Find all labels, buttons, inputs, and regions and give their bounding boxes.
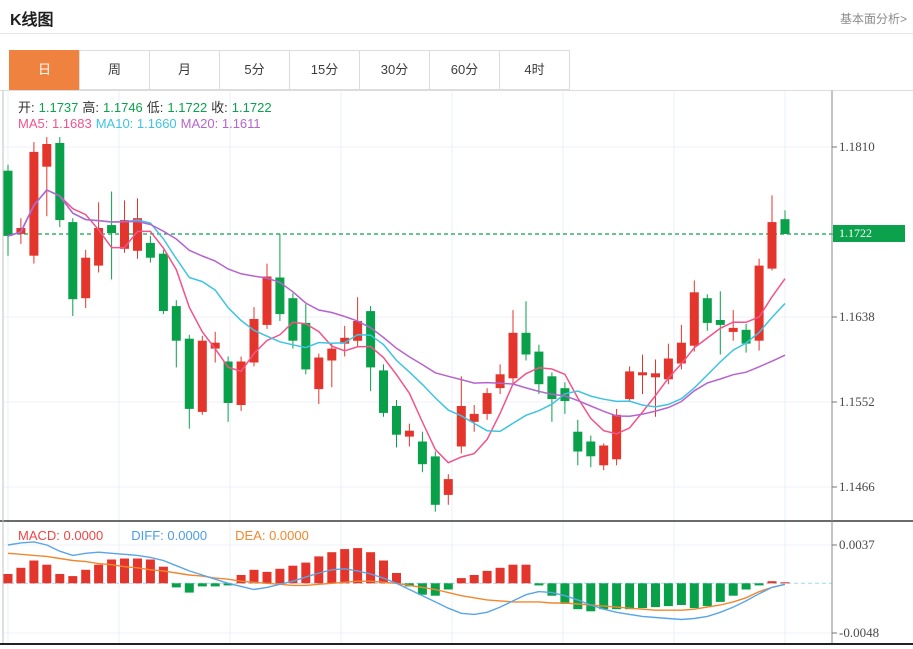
ma-legend-item: MA20: 1.1611 (181, 116, 261, 131)
ohlc-value: 1.1722 (232, 100, 272, 115)
ohlc-label: 高: (82, 100, 99, 115)
tab-30分[interactable]: 30分 (359, 50, 430, 90)
tab-日[interactable]: 日 (9, 50, 80, 90)
ohlc-legend: 开:1.1737高:1.1746低:1.1722收:1.1722 (18, 97, 276, 116)
price-axis-label: 1.1552 (839, 393, 875, 411)
macd-axis-label: -0.0048 (839, 624, 879, 642)
tab-4时[interactable]: 4时 (499, 50, 570, 90)
price-axis-label: 1.1466 (839, 478, 875, 496)
ohlc-label: 收: (211, 100, 228, 115)
kline-page: K线图 基本面分析> 日周月5分15分30分60分4时 开: 1.1737高: 1.… (0, 0, 913, 649)
macd-axis-label: 0.0037 (839, 536, 875, 554)
tab-周[interactable]: 周 (79, 50, 150, 90)
price-axis-label: 1.1810 (839, 138, 875, 156)
title-divider (0, 33, 913, 34)
ohlc-label: 开: (18, 100, 35, 115)
main-chart-area[interactable] (0, 90, 832, 521)
ma-legend-item: MA5: 1.1683 (18, 116, 92, 131)
tab-月[interactable]: 月 (149, 50, 220, 90)
macd-legend-item: DIFF: 0.0000 (131, 528, 207, 543)
ohlc-label: 低: (147, 100, 164, 115)
macd-legend: MACD: 0.0000 DIFF: 0.0000 DEA: 0.0000 (18, 528, 337, 543)
macd-legend-item: DEA: 0.0000 (235, 528, 309, 543)
fundamental-analysis-link[interactable]: 基本面分析> (840, 10, 907, 27)
ma-legend: MA5: 1.1683 MA10: 1.1660 MA20: 1.1611 (18, 116, 265, 131)
current-price-tag: 1.1722 (833, 225, 905, 242)
tab-5分[interactable]: 5分 (219, 50, 290, 90)
ohlc-value: 1.1746 (103, 100, 143, 115)
macd-legend-item: MACD: 0.0000 (18, 528, 103, 543)
price-axis-label: 1.1638 (839, 308, 875, 326)
interval-tab-bar: 日周月5分15分30分60分4时 (10, 50, 570, 90)
page-title: K线图 (10, 6, 54, 30)
ohlc-value: 1.1722 (167, 100, 207, 115)
tab-60分[interactable]: 60分 (429, 50, 500, 90)
ma-legend-item: MA10: 1.1660 (96, 116, 177, 131)
tab-15分[interactable]: 15分 (289, 50, 360, 90)
ohlc-value: 1.1737 (39, 100, 79, 115)
